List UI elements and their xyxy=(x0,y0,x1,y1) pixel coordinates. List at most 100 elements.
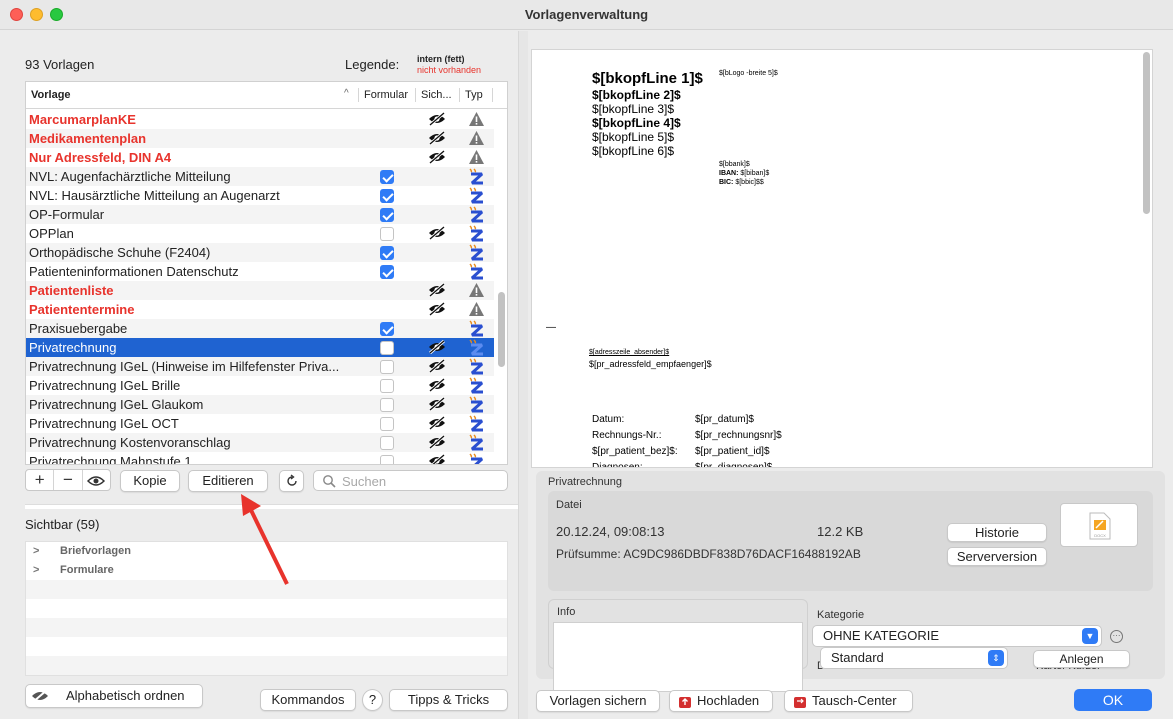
table-row[interactable]: OP-Formular xyxy=(26,205,494,224)
hidden-eye-icon[interactable] xyxy=(428,415,446,431)
remove-template-button[interactable]: − xyxy=(54,470,83,490)
server-version-button[interactable]: Serverversion xyxy=(947,547,1047,566)
edit-button[interactable]: Editieren xyxy=(188,470,268,492)
alphabetical-sort-button[interactable]: Alphabetisch ordnen xyxy=(25,684,203,708)
table-scrollbar[interactable] xyxy=(498,292,505,367)
table-row[interactable]: Privatrechnung IGeL Brille xyxy=(26,376,494,395)
preview-field-label: Diagnosen: xyxy=(592,462,643,468)
template-name: Nur Adressfeld, DIN A4 xyxy=(29,150,172,165)
category-select[interactable]: OHNE KATEGORIE ▼ xyxy=(812,625,1102,647)
ok-button[interactable]: OK xyxy=(1074,689,1152,711)
open-document-button[interactable]: DOCX xyxy=(1060,503,1138,547)
chevron-right-icon[interactable]: > xyxy=(33,564,39,576)
panel-splitter[interactable] xyxy=(518,31,528,719)
table-row[interactable]: OPPlan xyxy=(26,224,494,243)
hidden-eye-icon[interactable] xyxy=(428,111,446,127)
preview-sender-line: $[adresszeile_absender]$ xyxy=(589,349,670,356)
history-button[interactable]: Historie xyxy=(947,523,1047,542)
file-box: Datei 20.12.24, 09:08:13 12.2 KB Prüfsum… xyxy=(548,491,1153,591)
table-row[interactable]: Medikamentenplan xyxy=(26,129,494,148)
form-checkbox[interactable] xyxy=(380,265,394,279)
add-template-button[interactable]: + xyxy=(26,470,55,490)
preview-scrollbar[interactable] xyxy=(1143,52,1150,214)
hidden-eye-icon[interactable] xyxy=(428,339,446,355)
eye-icon xyxy=(87,476,106,486)
table-row[interactable]: Nur Adressfeld, DIN A4 xyxy=(26,148,494,167)
refresh-button[interactable] xyxy=(279,470,304,492)
save-templates-button[interactable]: Vorlagen sichern xyxy=(536,690,660,712)
form-checkbox[interactable] xyxy=(380,455,394,464)
form-checkbox[interactable] xyxy=(380,360,394,374)
table-header: Vorlage ^ Formular Sich... Typ xyxy=(26,82,507,109)
table-row[interactable]: Privatrechnung Kostenvoranschlag xyxy=(26,433,494,452)
commands-button[interactable]: Kommandos xyxy=(260,689,356,711)
form-checkbox[interactable] xyxy=(380,398,394,412)
hidden-eye-icon[interactable] xyxy=(428,358,446,374)
warning-icon xyxy=(468,130,485,147)
category-options-button[interactable]: ··· xyxy=(1110,630,1123,643)
form-checkbox[interactable] xyxy=(380,246,394,260)
preview-header-line-5: $[bkopfLine 5]$ xyxy=(592,130,675,144)
column-header-visible[interactable]: Sich... xyxy=(421,89,452,101)
hidden-eye-icon[interactable] xyxy=(428,377,446,393)
legend-intern: intern (fett) xyxy=(417,54,465,64)
form-checkbox[interactable] xyxy=(380,189,394,203)
table-row[interactable]: Patientenliste xyxy=(26,281,494,300)
preview-recipient: $[pr_adressfeld_empfaenger]$ xyxy=(589,359,712,369)
create-shortcut-button[interactable]: Anlegen xyxy=(1033,650,1130,668)
template-name: Praxisuebergabe xyxy=(29,321,128,336)
title-bar: Vorlagenverwaltung xyxy=(0,0,1173,30)
form-checkbox[interactable] xyxy=(380,227,394,241)
form-checkbox[interactable] xyxy=(380,208,394,222)
form-checkbox[interactable] xyxy=(380,322,394,336)
hidden-eye-icon[interactable] xyxy=(428,225,446,241)
table-row[interactable]: Patienteninformationen Datenschutz xyxy=(26,262,494,281)
form-checkbox[interactable] xyxy=(380,417,394,431)
printer-select[interactable]: Standard ⇕ xyxy=(820,647,1008,669)
form-checkbox[interactable] xyxy=(380,170,394,184)
table-row[interactable]: NVL: Augenfachärztliche Mitteilung xyxy=(26,167,494,186)
table-row[interactable]: Praxisuebergabe xyxy=(26,319,494,338)
column-header-type[interactable]: Typ xyxy=(465,89,483,101)
zeitmeister-type-icon xyxy=(468,320,485,337)
template-name: Privatrechnung IGeL (Hinweise im Hilfefe… xyxy=(29,359,340,374)
table-row[interactable]: NVL: Hausärztliche Mitteilung an Augenar… xyxy=(26,186,494,205)
warning-icon xyxy=(468,111,485,128)
table-row[interactable]: Privatrechnung Mahnstufe 1 xyxy=(26,452,494,464)
copy-button[interactable]: Kopie xyxy=(120,470,180,492)
help-button[interactable]: ? xyxy=(362,689,383,711)
search-field[interactable]: Suchen xyxy=(313,470,508,491)
table-row[interactable]: Privatrechnung xyxy=(26,338,494,357)
info-textarea[interactable] xyxy=(553,622,803,692)
toggle-visibility-button[interactable] xyxy=(83,470,110,490)
zeitmeister-type-icon xyxy=(468,453,485,464)
form-checkbox[interactable] xyxy=(380,379,394,393)
table-row[interactable]: MarcumarplanKE xyxy=(26,110,494,129)
search-icon xyxy=(323,475,336,488)
tips-button[interactable]: Tipps & Tricks xyxy=(389,689,508,711)
template-table[interactable]: Vorlage ^ Formular Sich... Typ Marcumarp… xyxy=(25,81,508,465)
chevron-right-icon[interactable]: > xyxy=(33,545,39,557)
hidden-eye-icon[interactable] xyxy=(428,453,446,464)
hidden-eye-icon[interactable] xyxy=(428,396,446,412)
column-header-form[interactable]: Formular xyxy=(364,89,408,101)
form-checkbox[interactable] xyxy=(380,341,394,355)
hidden-eye-icon[interactable] xyxy=(428,301,446,317)
upload-button[interactable]: Hochladen xyxy=(669,690,773,712)
table-row[interactable]: Orthopädische Schuhe (F2404) xyxy=(26,243,494,262)
hidden-eye-icon[interactable] xyxy=(428,434,446,450)
table-row[interactable]: Privatrechnung IGeL (Hinweise im Hilfefe… xyxy=(26,357,494,376)
table-row[interactable]: Privatrechnung IGeL Glaukom xyxy=(26,395,494,414)
zeitmeister-type-icon xyxy=(468,206,485,223)
exchange-center-button[interactable]: Tausch-Center xyxy=(784,690,913,712)
preview-field-value: $[pr_patient_id]$ xyxy=(695,446,770,457)
hidden-eye-icon[interactable] xyxy=(428,130,446,146)
column-header-name[interactable]: Vorlage xyxy=(31,89,71,101)
table-row[interactable]: Privatrechnung IGeL OCT xyxy=(26,414,494,433)
hidden-eye-icon[interactable] xyxy=(428,282,446,298)
template-name: Privatrechnung IGeL OCT xyxy=(29,416,179,431)
table-row[interactable]: Patiententermine xyxy=(26,300,494,319)
form-checkbox[interactable] xyxy=(380,436,394,450)
column-divider xyxy=(415,88,416,102)
hidden-eye-icon[interactable] xyxy=(428,149,446,165)
